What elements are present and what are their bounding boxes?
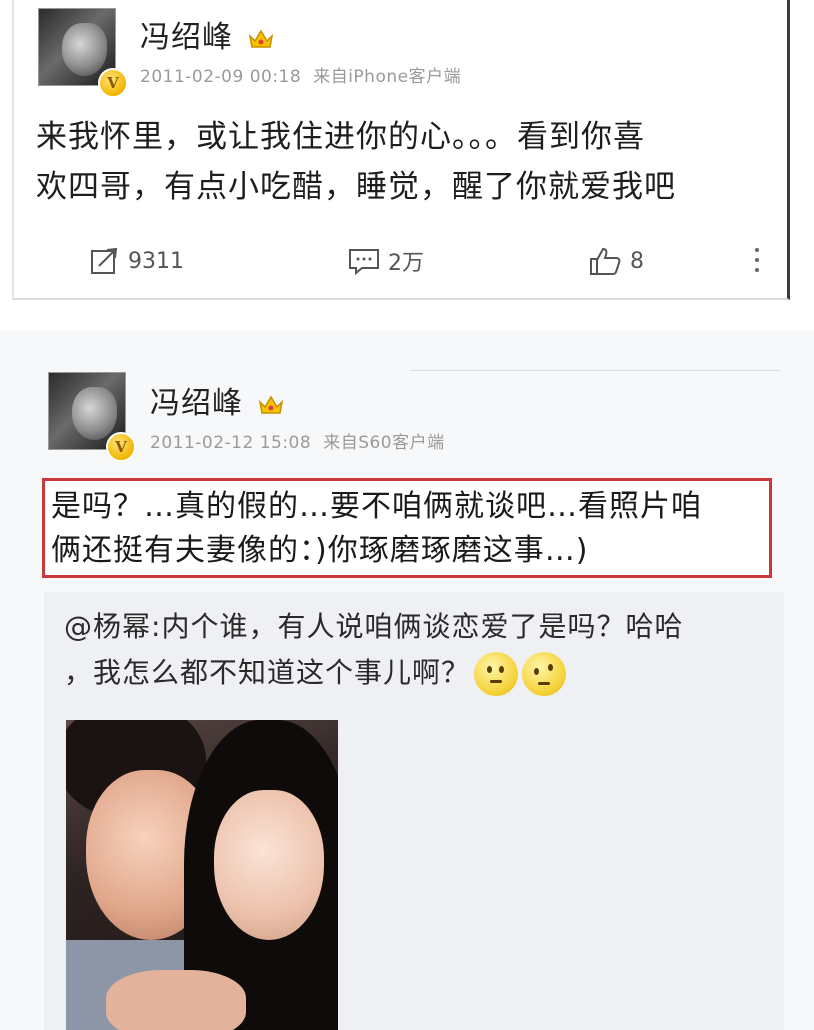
repost-text-line: ，我怎么都不知道这个事儿啊？ [64,650,744,696]
couple-photo[interactable] [66,720,338,1030]
username[interactable]: 冯绍峰 [140,12,274,56]
reposted-content[interactable]: @杨幂:内个谁，有人说咱俩谈恋爱了是吗？哈哈 ，我怎么都不知道这个事儿啊？ [44,592,784,1030]
like-count: 8 [630,248,644,274]
action-bar: 9311 2万 8 [14,232,790,292]
weibo-post-2: V 冯绍峰 2011-02-12 15:08 来自S60客户端 是吗？…真的假的…… [0,330,814,1030]
divider [410,370,780,371]
username-text[interactable]: 冯绍峰 [150,386,243,421]
post-text-line: 是吗？…真的假的…要不咱俩就谈吧…看照片咱 [51,489,702,524]
username[interactable]: 冯绍峰 [150,378,284,422]
verified-v-icon: V [98,68,128,98]
post-source: 来自iPhone客户端 [313,67,462,87]
like-icon [590,247,621,275]
highlighted-post-text: 是吗？…真的假的…要不咱俩就谈吧…看照片咱 俩还挺有夫妻像的：)你琢磨琢磨这事…… [42,478,772,578]
thinking-emoji-icon [474,652,519,696]
timestamp[interactable]: 2011-02-12 15:08 [150,433,311,453]
repost-text-part: :内个谁，有人说咱俩谈恋爱了是吗？哈哈 [151,610,684,643]
verified-v-icon: V [106,432,136,462]
comment-icon [349,249,379,275]
avatar-face [61,22,108,76]
post-text-line: 俩还挺有夫妻像的：)你琢磨琢磨这事…) [51,533,589,568]
post-meta: 2011-02-12 15:08 来自S60客户端 [150,428,445,453]
crown-icon [258,395,283,414]
weibo-post-1: V 冯绍峰 2011-02-09 00:18 来自iPhone客户端 来我怀里，或… [12,0,790,300]
mention-link[interactable]: @杨幂 [64,610,151,643]
screenshot-page: V 冯绍峰 2011-02-09 00:18 来自iPhone客户端 来我怀里，或… [0,0,814,1030]
username-text[interactable]: 冯绍峰 [140,20,233,55]
repost-text-line: @杨幂:内个谁，有人说咱俩谈恋爱了是吗？哈哈 [64,604,744,650]
timestamp[interactable]: 2011-02-09 00:18 [140,67,301,87]
post-text-line: 来我怀里，或让我住进你的心。。。看到你喜 [36,119,645,155]
like-button[interactable]: 8 [588,244,644,278]
post-source: 来自S60客户端 [323,433,445,453]
repost-icon [91,247,118,274]
comment-button[interactable]: 2万 [348,244,424,278]
repost-text-part: ，我怎么都不知道这个事儿啊？ [64,656,471,689]
more-icon[interactable] [754,248,760,276]
comment-count: 2万 [388,251,424,276]
repost-text: @杨幂:内个谁，有人说咱俩谈恋爱了是吗？哈哈 ，我怎么都不知道这个事儿啊？ [64,604,744,696]
post-text: 来我怀里，或让我住进你的心。。。看到你喜 欢四哥，有点小吃醋，睡觉，醒了你就爱我… [36,112,676,212]
crown-icon [248,29,273,48]
post-text-line: 欢四哥，有点小吃醋，睡觉，醒了你就爱我吧 [36,169,676,205]
doubt-emoji-icon [522,652,567,696]
repost-count: 9311 [128,248,184,274]
post-meta: 2011-02-09 00:18 来自iPhone客户端 [140,62,461,87]
avatar-face [71,386,118,440]
post-text: 是吗？…真的假的…要不咱俩就谈吧…看照片咱 俩还挺有夫妻像的：)你琢磨琢磨这事…… [51,485,767,573]
repost-button[interactable]: 9311 [90,244,184,278]
